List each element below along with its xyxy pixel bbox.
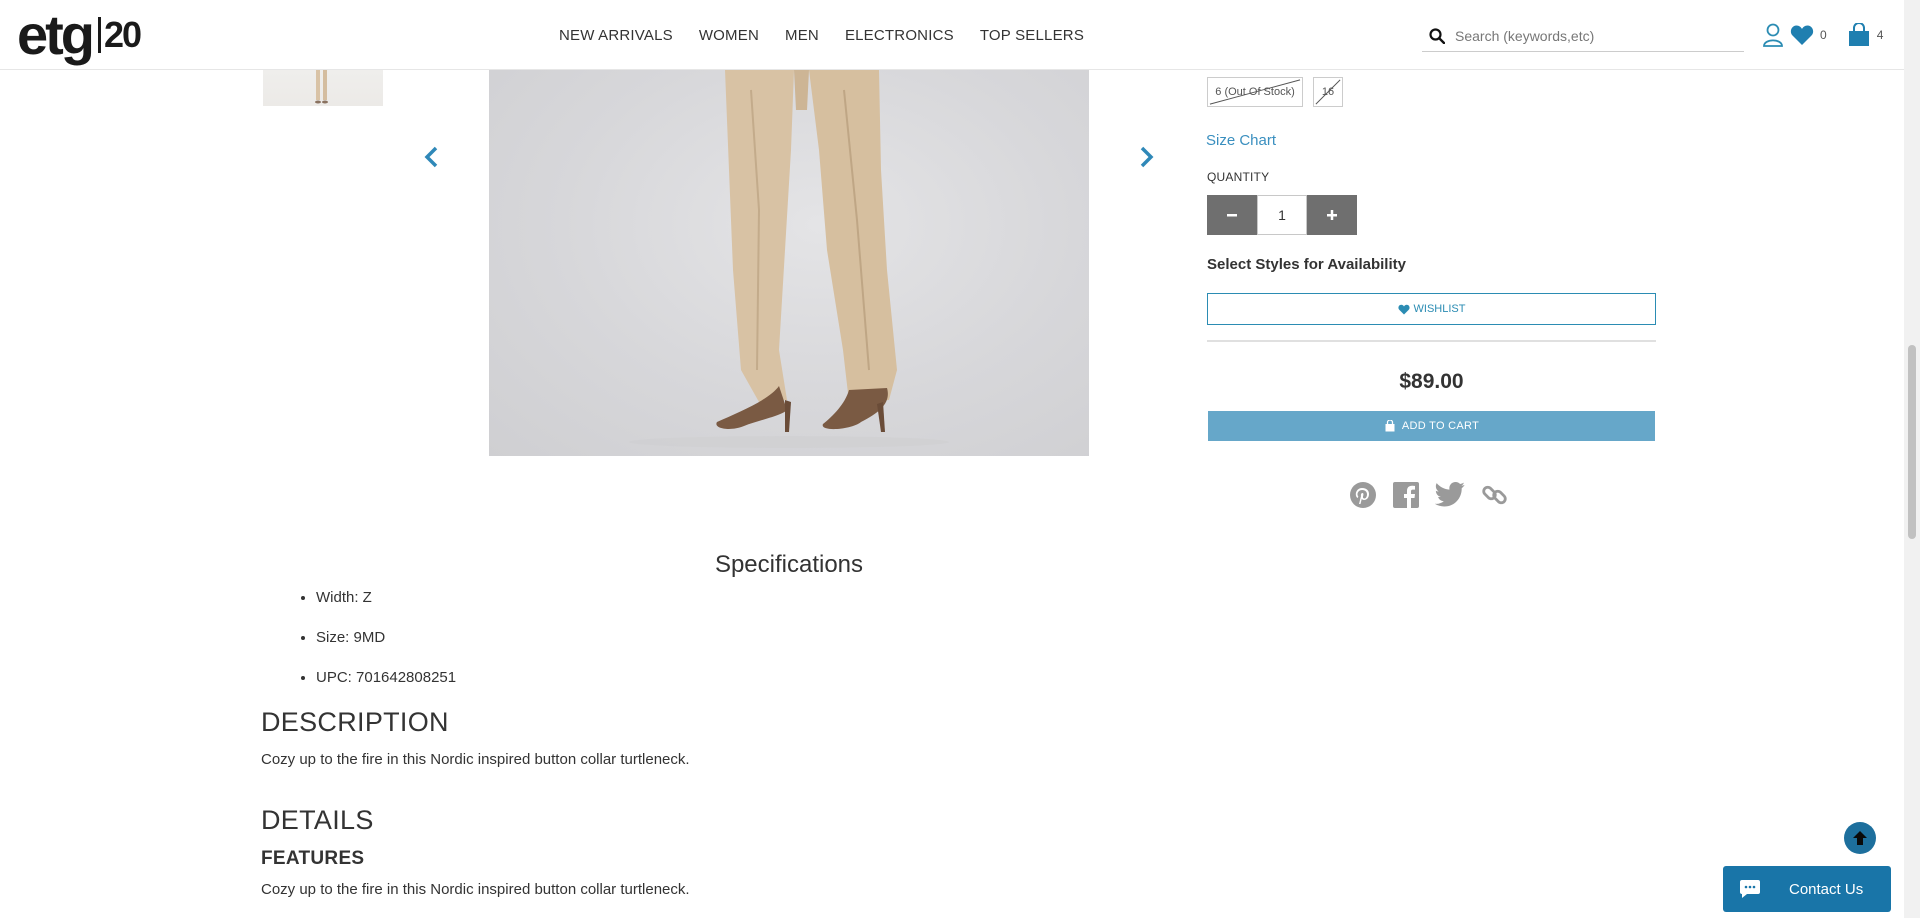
product-thumbnail[interactable] — [263, 70, 383, 106]
logo-anniversary-badge: 20 — [98, 17, 142, 53]
header-icons: 0 4 — [1762, 20, 1903, 50]
product-main-image[interactable] — [489, 70, 1089, 456]
features-heading: FEATURES — [261, 848, 365, 869]
arrow-up-icon — [1853, 831, 1867, 845]
size-option-16[interactable]: 16 — [1313, 77, 1343, 107]
features-text: Cozy up to the fire in this Nordic inspi… — [261, 881, 690, 898]
description-text: Cozy up to the fire in this Nordic inspi… — [261, 751, 690, 768]
wishlist-heart-icon[interactable] — [1790, 24, 1814, 46]
wishlist-button-label: WISHLIST — [1413, 303, 1466, 315]
spec-width: Width: Z — [316, 588, 456, 607]
quantity-stepper — [1207, 195, 1357, 235]
search-input[interactable] — [1455, 27, 1735, 44]
main-nav: NEW ARRIVALS WOMEN MEN ELECTRONICS TOP S… — [559, 0, 1110, 70]
price-divider — [1207, 340, 1656, 342]
add-to-cart-button[interactable]: ADD TO CART — [1208, 411, 1655, 441]
availability-text: Select Styles for Availability — [1207, 256, 1406, 273]
nav-electronics[interactable]: ELECTRONICS — [845, 27, 954, 44]
search-bar — [1422, 20, 1744, 52]
shopping-bag-icon[interactable] — [1847, 23, 1871, 47]
account-icon[interactable] — [1762, 23, 1784, 47]
quantity-input[interactable] — [1257, 195, 1307, 235]
specifications-title: Specifications — [714, 551, 864, 578]
chat-bubble-icon — [1740, 880, 1760, 898]
product-price: $89.00 — [1399, 370, 1464, 393]
search-icon[interactable] — [1429, 27, 1445, 44]
quantity-label: QUANTITY — [1207, 170, 1270, 184]
specifications-list: Width: Z Size: 9MD UPC: 701642808251 — [316, 588, 456, 708]
thumbnail-image — [315, 70, 328, 104]
size-option-6[interactable]: 6 (Out Of Stock) — [1207, 77, 1303, 107]
nav-top-sellers[interactable]: TOP SELLERS — [980, 27, 1084, 44]
unavailable-strike — [1315, 79, 1341, 105]
copy-link-icon[interactable] — [1480, 480, 1510, 510]
scrollbar-thumb[interactable] — [1908, 345, 1916, 539]
cart-count: 4 — [1876, 28, 1884, 42]
site-header: etg 20 NEW ARRIVALS WOMEN MEN ELECTRONIC… — [0, 0, 1904, 70]
pinterest-icon[interactable] — [1349, 481, 1377, 509]
gallery-next-arrow-icon[interactable] — [1136, 145, 1156, 169]
quantity-increase-button[interactable] — [1307, 195, 1357, 235]
wishlist-count: 0 — [1820, 28, 1827, 42]
unavailable-strike — [1209, 79, 1301, 105]
site-logo[interactable]: etg 20 — [17, 2, 142, 68]
share-links — [1349, 480, 1510, 510]
product-photo-pants — [629, 70, 949, 448]
spec-size: Size: 9MD — [316, 628, 456, 647]
add-to-cart-label: ADD TO CART — [1401, 420, 1480, 432]
contact-us-label: Contact Us — [1789, 880, 1864, 898]
details-heading: DETAILS — [261, 805, 374, 835]
gallery-prev-arrow-icon[interactable] — [422, 145, 442, 169]
back-to-top-button[interactable] — [1844, 822, 1876, 854]
twitter-icon[interactable] — [1435, 482, 1465, 508]
spec-upc: UPC: 701642808251 — [316, 668, 456, 687]
quantity-decrease-button[interactable] — [1207, 195, 1257, 235]
contact-us-chat-button[interactable]: Contact Us — [1723, 866, 1891, 912]
logo-wordmark: etg — [17, 3, 95, 66]
nav-men[interactable]: MEN — [785, 27, 819, 44]
nav-new-arrivals[interactable]: NEW ARRIVALS — [559, 27, 673, 44]
page-scrollbar[interactable] — [1904, 0, 1920, 918]
facebook-icon[interactable] — [1392, 481, 1420, 509]
cart-bag-icon — [1385, 420, 1395, 432]
nav-women[interactable]: WOMEN — [699, 27, 759, 44]
add-to-wishlist-button[interactable]: WISHLIST — [1207, 293, 1656, 325]
size-chart-link[interactable]: Size Chart — [1206, 132, 1276, 149]
plus-icon — [1327, 210, 1337, 220]
description-heading: DESCRIPTION — [261, 707, 449, 737]
heart-icon — [1397, 304, 1410, 314]
minus-icon — [1227, 214, 1237, 217]
